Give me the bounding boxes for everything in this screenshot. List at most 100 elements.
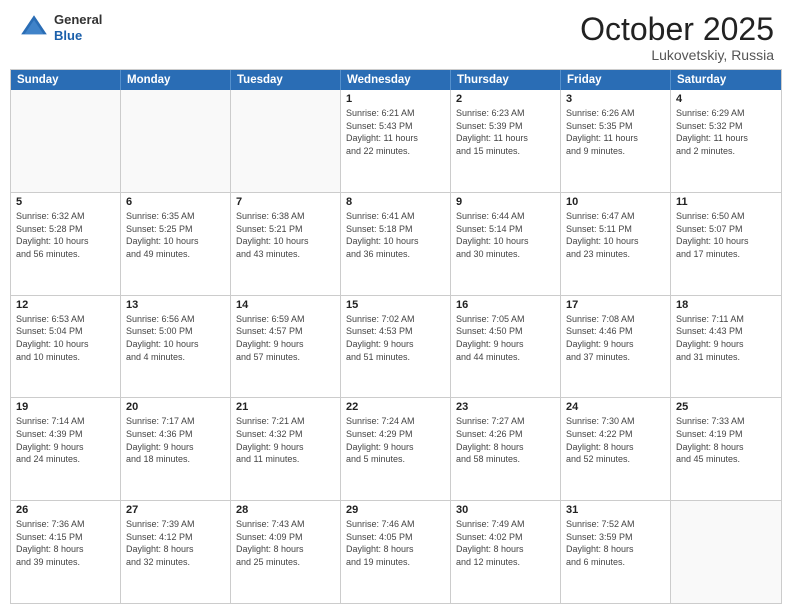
calendar-day-14: 14 Sunrise: 6:59 AM Sunset: 4:57 PM Dayli… <box>231 296 341 398</box>
day-info: Sunrise: 6:23 AM Sunset: 5:39 PM Dayligh… <box>456 107 555 157</box>
calendar-day-1: 1 Sunrise: 6:21 AM Sunset: 5:43 PM Daylig… <box>341 90 451 192</box>
calendar-day-empty <box>671 501 781 603</box>
calendar-day-25: 25Sunrise: 7:33 AM Sunset: 4:19 PM Dayli… <box>671 398 781 500</box>
day-number: 31 <box>566 504 665 516</box>
calendar-day-28: 28 Sunrise: 7:43 AM Sunset: 4:09 PM Dayli… <box>231 501 341 603</box>
day-info: Sunrise: 6:32 AM Sunset: 5:28 PM Dayligh… <box>16 210 115 260</box>
day-number: 30 <box>456 504 555 516</box>
calendar-body: 1 Sunrise: 6:21 AM Sunset: 5:43 PM Daylig… <box>11 90 781 603</box>
day-info: Sunrise: 7:49 AM Sunset: 4:02 PM Dayligh… <box>456 518 555 568</box>
day-number: 9 <box>456 196 555 208</box>
calendar-day-24: 24 Sunrise: 7:30 AM Sunset: 4:22 PM Dayli… <box>561 398 671 500</box>
day-number: 26 <box>16 504 115 516</box>
day-number: 1 <box>346 93 445 105</box>
page: General Blue October 2025 Lukovetskiy, R… <box>0 0 792 612</box>
calendar-day-11: 11 Sunrise: 6:50 AM Sunset: 5:07 PM Dayli… <box>671 193 781 295</box>
logo: General Blue <box>18 12 102 44</box>
calendar-day-empty <box>11 90 121 192</box>
day-info: Sunrise: 6:59 AM Sunset: 4:57 PM Dayligh… <box>236 313 335 363</box>
calendar-day-10: 10 Sunrise: 6:47 AM Sunset: 5:11 PM Dayli… <box>561 193 671 295</box>
weekday-header-monday: Monday <box>121 70 231 90</box>
day-info: Sunrise: 6:21 AM Sunset: 5:43 PM Dayligh… <box>346 107 445 157</box>
day-number: 21 <box>236 401 335 413</box>
calendar-day-empty <box>231 90 341 192</box>
weekday-header-tuesday: Tuesday <box>231 70 341 90</box>
weekday-header-saturday: Saturday <box>671 70 781 90</box>
day-number: 3 <box>566 93 665 105</box>
day-info: Sunrise: 6:41 AM Sunset: 5:18 PM Dayligh… <box>346 210 445 260</box>
calendar-day-empty <box>121 90 231 192</box>
day-info: Sunrise: 6:47 AM Sunset: 5:11 PM Dayligh… <box>566 210 665 260</box>
day-info: Sunrise: 7:05 AM Sunset: 4:50 PM Dayligh… <box>456 313 555 363</box>
calendar: SundayMondayTuesdayWednesdayThursdayFrid… <box>10 69 782 604</box>
calendar-day-2: 2 Sunrise: 6:23 AM Sunset: 5:39 PM Daylig… <box>451 90 561 192</box>
calendar-day-15: 15 Sunrise: 7:02 AM Sunset: 4:53 PM Dayli… <box>341 296 451 398</box>
calendar-day-3: 3Sunrise: 6:26 AM Sunset: 5:35 PM Daylig… <box>561 90 671 192</box>
day-number: 17 <box>566 299 665 311</box>
day-info: Sunrise: 6:56 AM Sunset: 5:00 PM Dayligh… <box>126 313 225 363</box>
day-number: 7 <box>236 196 335 208</box>
calendar-day-19: 19Sunrise: 7:14 AM Sunset: 4:39 PM Dayli… <box>11 398 121 500</box>
calendar-day-17: 17 Sunrise: 7:08 AM Sunset: 4:46 PM Dayli… <box>561 296 671 398</box>
day-info: Sunrise: 7:17 AM Sunset: 4:36 PM Dayligh… <box>126 415 225 465</box>
calendar-week-2: 5 Sunrise: 6:32 AM Sunset: 5:28 PM Daylig… <box>11 192 781 295</box>
day-info: Sunrise: 7:52 AM Sunset: 3:59 PM Dayligh… <box>566 518 665 568</box>
day-info: Sunrise: 7:14 AM Sunset: 4:39 PM Dayligh… <box>16 415 115 465</box>
title-block: October 2025 Lukovetskiy, Russia <box>580 12 774 63</box>
logo-blue-label: Blue <box>54 28 102 44</box>
day-number: 8 <box>346 196 445 208</box>
day-info: Sunrise: 7:02 AM Sunset: 4:53 PM Dayligh… <box>346 313 445 363</box>
day-info: Sunrise: 6:50 AM Sunset: 5:07 PM Dayligh… <box>676 210 776 260</box>
day-info: Sunrise: 7:30 AM Sunset: 4:22 PM Dayligh… <box>566 415 665 465</box>
day-number: 22 <box>346 401 445 413</box>
calendar-day-20: 20 Sunrise: 7:17 AM Sunset: 4:36 PM Dayli… <box>121 398 231 500</box>
calendar-day-12: 12Sunrise: 6:53 AM Sunset: 5:04 PM Dayli… <box>11 296 121 398</box>
calendar-day-4: 4 Sunrise: 6:29 AM Sunset: 5:32 PM Daylig… <box>671 90 781 192</box>
day-number: 15 <box>346 299 445 311</box>
day-number: 29 <box>346 504 445 516</box>
weekday-header-friday: Friday <box>561 70 671 90</box>
day-info: Sunrise: 7:27 AM Sunset: 4:26 PM Dayligh… <box>456 415 555 465</box>
calendar-day-23: 23 Sunrise: 7:27 AM Sunset: 4:26 PM Dayli… <box>451 398 561 500</box>
day-number: 23 <box>456 401 555 413</box>
day-number: 4 <box>676 93 776 105</box>
day-number: 28 <box>236 504 335 516</box>
calendar-day-8: 8 Sunrise: 6:41 AM Sunset: 5:18 PM Daylig… <box>341 193 451 295</box>
day-info: Sunrise: 7:11 AM Sunset: 4:43 PM Dayligh… <box>676 313 776 363</box>
day-info: Sunrise: 7:21 AM Sunset: 4:32 PM Dayligh… <box>236 415 335 465</box>
weekday-header-sunday: Sunday <box>11 70 121 90</box>
calendar-day-29: 29Sunrise: 7:46 AM Sunset: 4:05 PM Dayli… <box>341 501 451 603</box>
calendar-day-18: 18Sunrise: 7:11 AM Sunset: 4:43 PM Dayli… <box>671 296 781 398</box>
day-info: Sunrise: 6:44 AM Sunset: 5:14 PM Dayligh… <box>456 210 555 260</box>
calendar-day-27: 27Sunrise: 7:39 AM Sunset: 4:12 PM Dayli… <box>121 501 231 603</box>
calendar-day-16: 16Sunrise: 7:05 AM Sunset: 4:50 PM Dayli… <box>451 296 561 398</box>
day-number: 14 <box>236 299 335 311</box>
day-info: Sunrise: 7:08 AM Sunset: 4:46 PM Dayligh… <box>566 313 665 363</box>
calendar-day-9: 9 Sunrise: 6:44 AM Sunset: 5:14 PM Daylig… <box>451 193 561 295</box>
weekday-header-thursday: Thursday <box>451 70 561 90</box>
day-number: 12 <box>16 299 115 311</box>
calendar-title: October 2025 <box>580 12 774 47</box>
calendar-week-1: 1 Sunrise: 6:21 AM Sunset: 5:43 PM Daylig… <box>11 90 781 192</box>
day-number: 2 <box>456 93 555 105</box>
day-number: 13 <box>126 299 225 311</box>
calendar-day-31: 31 Sunrise: 7:52 AM Sunset: 3:59 PM Dayli… <box>561 501 671 603</box>
calendar-day-7: 7Sunrise: 6:38 AM Sunset: 5:21 PM Daylig… <box>231 193 341 295</box>
day-number: 24 <box>566 401 665 413</box>
day-info: Sunrise: 6:35 AM Sunset: 5:25 PM Dayligh… <box>126 210 225 260</box>
calendar-day-22: 22Sunrise: 7:24 AM Sunset: 4:29 PM Dayli… <box>341 398 451 500</box>
calendar-day-5: 5 Sunrise: 6:32 AM Sunset: 5:28 PM Daylig… <box>11 193 121 295</box>
day-info: Sunrise: 6:29 AM Sunset: 5:32 PM Dayligh… <box>676 107 776 157</box>
day-info: Sunrise: 7:39 AM Sunset: 4:12 PM Dayligh… <box>126 518 225 568</box>
header: General Blue October 2025 Lukovetskiy, R… <box>0 0 792 69</box>
calendar-location: Lukovetskiy, Russia <box>580 47 774 63</box>
day-info: Sunrise: 7:36 AM Sunset: 4:15 PM Dayligh… <box>16 518 115 568</box>
logo-icon <box>18 12 50 44</box>
day-number: 20 <box>126 401 225 413</box>
day-info: Sunrise: 7:43 AM Sunset: 4:09 PM Dayligh… <box>236 518 335 568</box>
day-info: Sunrise: 7:33 AM Sunset: 4:19 PM Dayligh… <box>676 415 776 465</box>
day-number: 5 <box>16 196 115 208</box>
day-number: 10 <box>566 196 665 208</box>
day-number: 11 <box>676 196 776 208</box>
day-number: 6 <box>126 196 225 208</box>
